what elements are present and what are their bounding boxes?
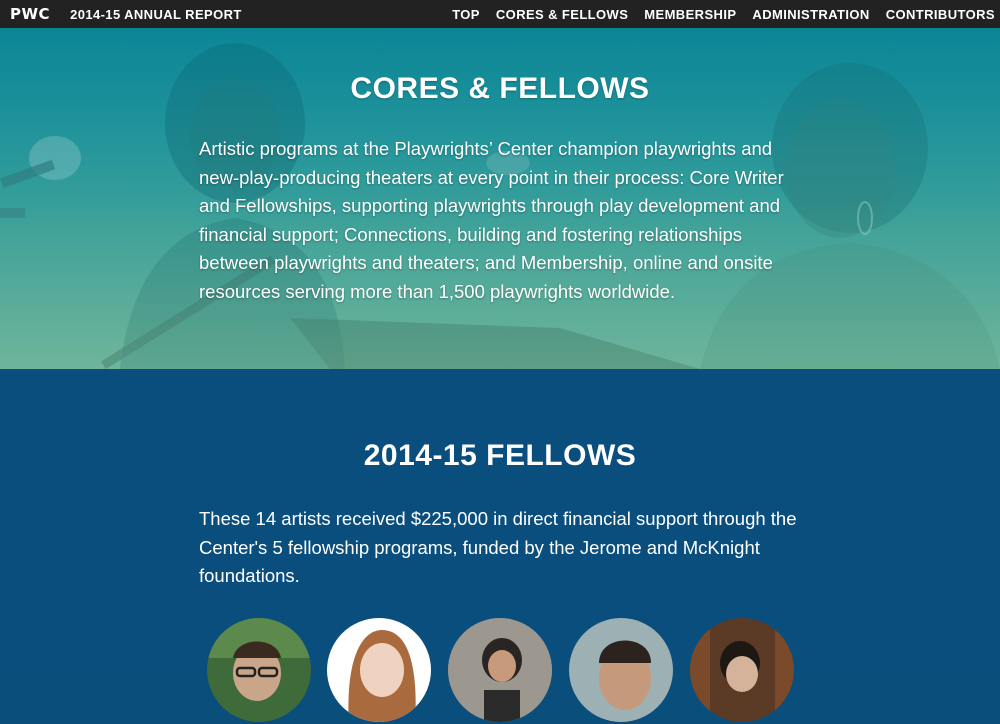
hero-title: CORES & FELLOWS <box>350 72 650 105</box>
report-title[interactable]: 2014-15 ANNUAL REPORT <box>70 7 242 22</box>
nav-link-top[interactable]: TOP <box>452 7 480 22</box>
fellow-avatars <box>205 616 805 724</box>
fellow-avatar[interactable] <box>446 616 554 724</box>
nav-link-contributors[interactable]: CONTRIBUTORS <box>886 7 995 22</box>
fellows-title: 2014-15 FELLOWS <box>363 439 637 472</box>
fellow-avatar[interactable] <box>688 616 796 724</box>
hero-description: Artistic programs at the Playwrights’ Ce… <box>199 138 784 302</box>
fellow-avatar[interactable] <box>205 616 313 724</box>
fellow-avatar[interactable] <box>325 616 433 724</box>
hero-section: CORES & FELLOWS Artistic programs at the… <box>0 28 1000 369</box>
fellows-description: These 14 artists received $225,000 in di… <box>199 508 797 587</box>
nav-link-membership[interactable]: MEMBERSHIP <box>644 7 736 22</box>
top-nav: PWC 2014-15 ANNUAL REPORT TOP CORES & FE… <box>0 0 1000 28</box>
fellow-avatar[interactable] <box>567 616 675 724</box>
nav-link-administration[interactable]: ADMINISTRATION <box>752 7 869 22</box>
logo[interactable]: PWC <box>10 5 50 23</box>
nav-link-cores-fellows[interactable]: CORES & FELLOWS <box>496 7 628 22</box>
fellows-section: 2014-15 FELLOWS These 14 artists receive… <box>0 369 1000 724</box>
nav-links: TOP CORES & FELLOWS MEMBERSHIP ADMINISTR… <box>436 0 995 28</box>
